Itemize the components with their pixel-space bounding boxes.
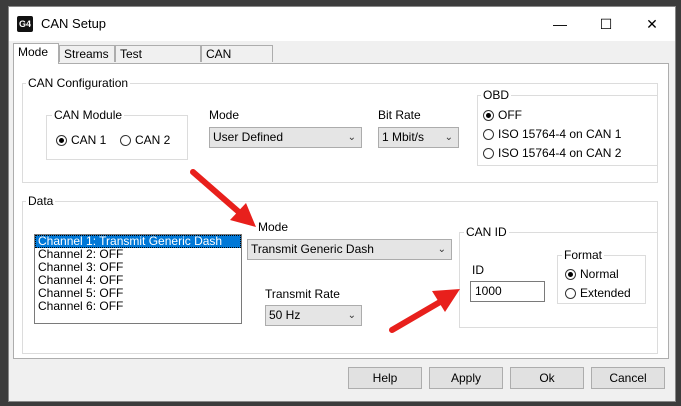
chevron-down-icon: ⌄	[437, 244, 446, 255]
format-normal-radio[interactable]: Normal	[565, 267, 619, 281]
app-icon: G4	[17, 16, 33, 32]
bit-rate-label: Bit Rate	[378, 108, 421, 122]
can2-label: CAN 2	[135, 133, 171, 147]
radio-unselected-icon	[483, 147, 494, 159]
radio-selected-icon	[565, 268, 576, 280]
can-configuration-title: CAN Configuration	[26, 76, 131, 90]
obd-can2-label: ISO 15764-4 on CAN 2	[498, 146, 622, 160]
radio-unselected-icon	[120, 134, 131, 146]
can-mode-value: User Defined	[213, 130, 284, 144]
channel-list-item[interactable]: Channel 6: OFF	[35, 300, 241, 313]
obd-can2-radio[interactable]: ISO 15764-4 on CAN 2	[483, 146, 621, 160]
radio-selected-icon	[56, 134, 67, 146]
data-title: Data	[26, 194, 56, 208]
data-mode-select[interactable]: Transmit Generic Dash ⌄	[247, 239, 452, 260]
format-extended-label: Extended	[580, 286, 631, 300]
help-button[interactable]: Help	[348, 367, 422, 389]
data-mode-value: Transmit Generic Dash	[251, 242, 374, 256]
obd-off-label: OFF	[498, 108, 522, 122]
chevron-down-icon: ⌄	[347, 310, 356, 321]
obd-title: OBD	[481, 88, 512, 102]
can1-label: CAN 1	[71, 133, 107, 147]
id-label: ID	[472, 263, 484, 277]
bit-rate-select[interactable]: 1 Mbit/s ⌄	[378, 127, 459, 148]
radio-selected-icon	[483, 109, 494, 121]
cancel-button[interactable]: Cancel	[591, 367, 665, 389]
apply-button[interactable]: Apply	[429, 367, 503, 389]
minimize-button[interactable]: —	[537, 7, 583, 41]
can-id-title: CAN ID	[464, 225, 509, 239]
obd-can1-radio[interactable]: ISO 15764-4 on CAN 1	[483, 127, 621, 141]
window-title: CAN Setup	[41, 16, 107, 31]
can-setup-window: G4 CAN Setup — ☐ ✕ Mode Streams Test Cal…	[8, 6, 676, 402]
can-module-can1-radio[interactable]: CAN 1	[56, 133, 106, 147]
chevron-down-icon: ⌄	[444, 132, 453, 143]
radio-unselected-icon	[565, 287, 576, 299]
obd-can1-label: ISO 15764-4 on CAN 1	[498, 127, 622, 141]
format-normal-label: Normal	[580, 267, 619, 281]
transmit-rate-label: Transmit Rate	[265, 287, 340, 301]
format-title: Format	[562, 248, 605, 262]
title-bar: G4 CAN Setup — ☐ ✕	[9, 7, 675, 41]
tab-mode[interactable]: Mode	[13, 43, 59, 64]
transmit-rate-value: 50 Hz	[269, 308, 301, 322]
can-module-title: CAN Module	[52, 108, 125, 122]
transmit-rate-select[interactable]: 50 Hz ⌄	[265, 305, 362, 326]
maximize-button[interactable]: ☐	[583, 7, 629, 41]
data-mode-label: Mode	[258, 220, 289, 234]
obd-off-radio[interactable]: OFF	[483, 108, 522, 122]
can-module-can2-radio[interactable]: CAN 2	[120, 133, 170, 147]
tab-test-calculator[interactable]: Test Calculator	[115, 45, 201, 78]
can-id-input[interactable]: 1000	[470, 281, 545, 302]
chevron-down-icon: ⌄	[347, 132, 356, 143]
ok-button[interactable]: Ok	[510, 367, 584, 389]
format-extended-radio[interactable]: Extended	[565, 286, 631, 300]
tab-streams[interactable]: Streams	[59, 45, 115, 62]
bit-rate-value: 1 Mbit/s	[382, 130, 425, 144]
tab-can-devices[interactable]: CAN Devices	[201, 45, 273, 78]
can-mode-select[interactable]: User Defined ⌄	[209, 127, 362, 148]
close-button[interactable]: ✕	[629, 7, 675, 41]
radio-unselected-icon	[483, 128, 494, 140]
channel-list[interactable]: Channel 1: Transmit Generic Dash Channel…	[34, 234, 242, 324]
can-mode-label: Mode	[209, 108, 240, 122]
mode-tab-page: CAN Configuration CAN Module CAN 1 CAN 2…	[13, 63, 669, 359]
